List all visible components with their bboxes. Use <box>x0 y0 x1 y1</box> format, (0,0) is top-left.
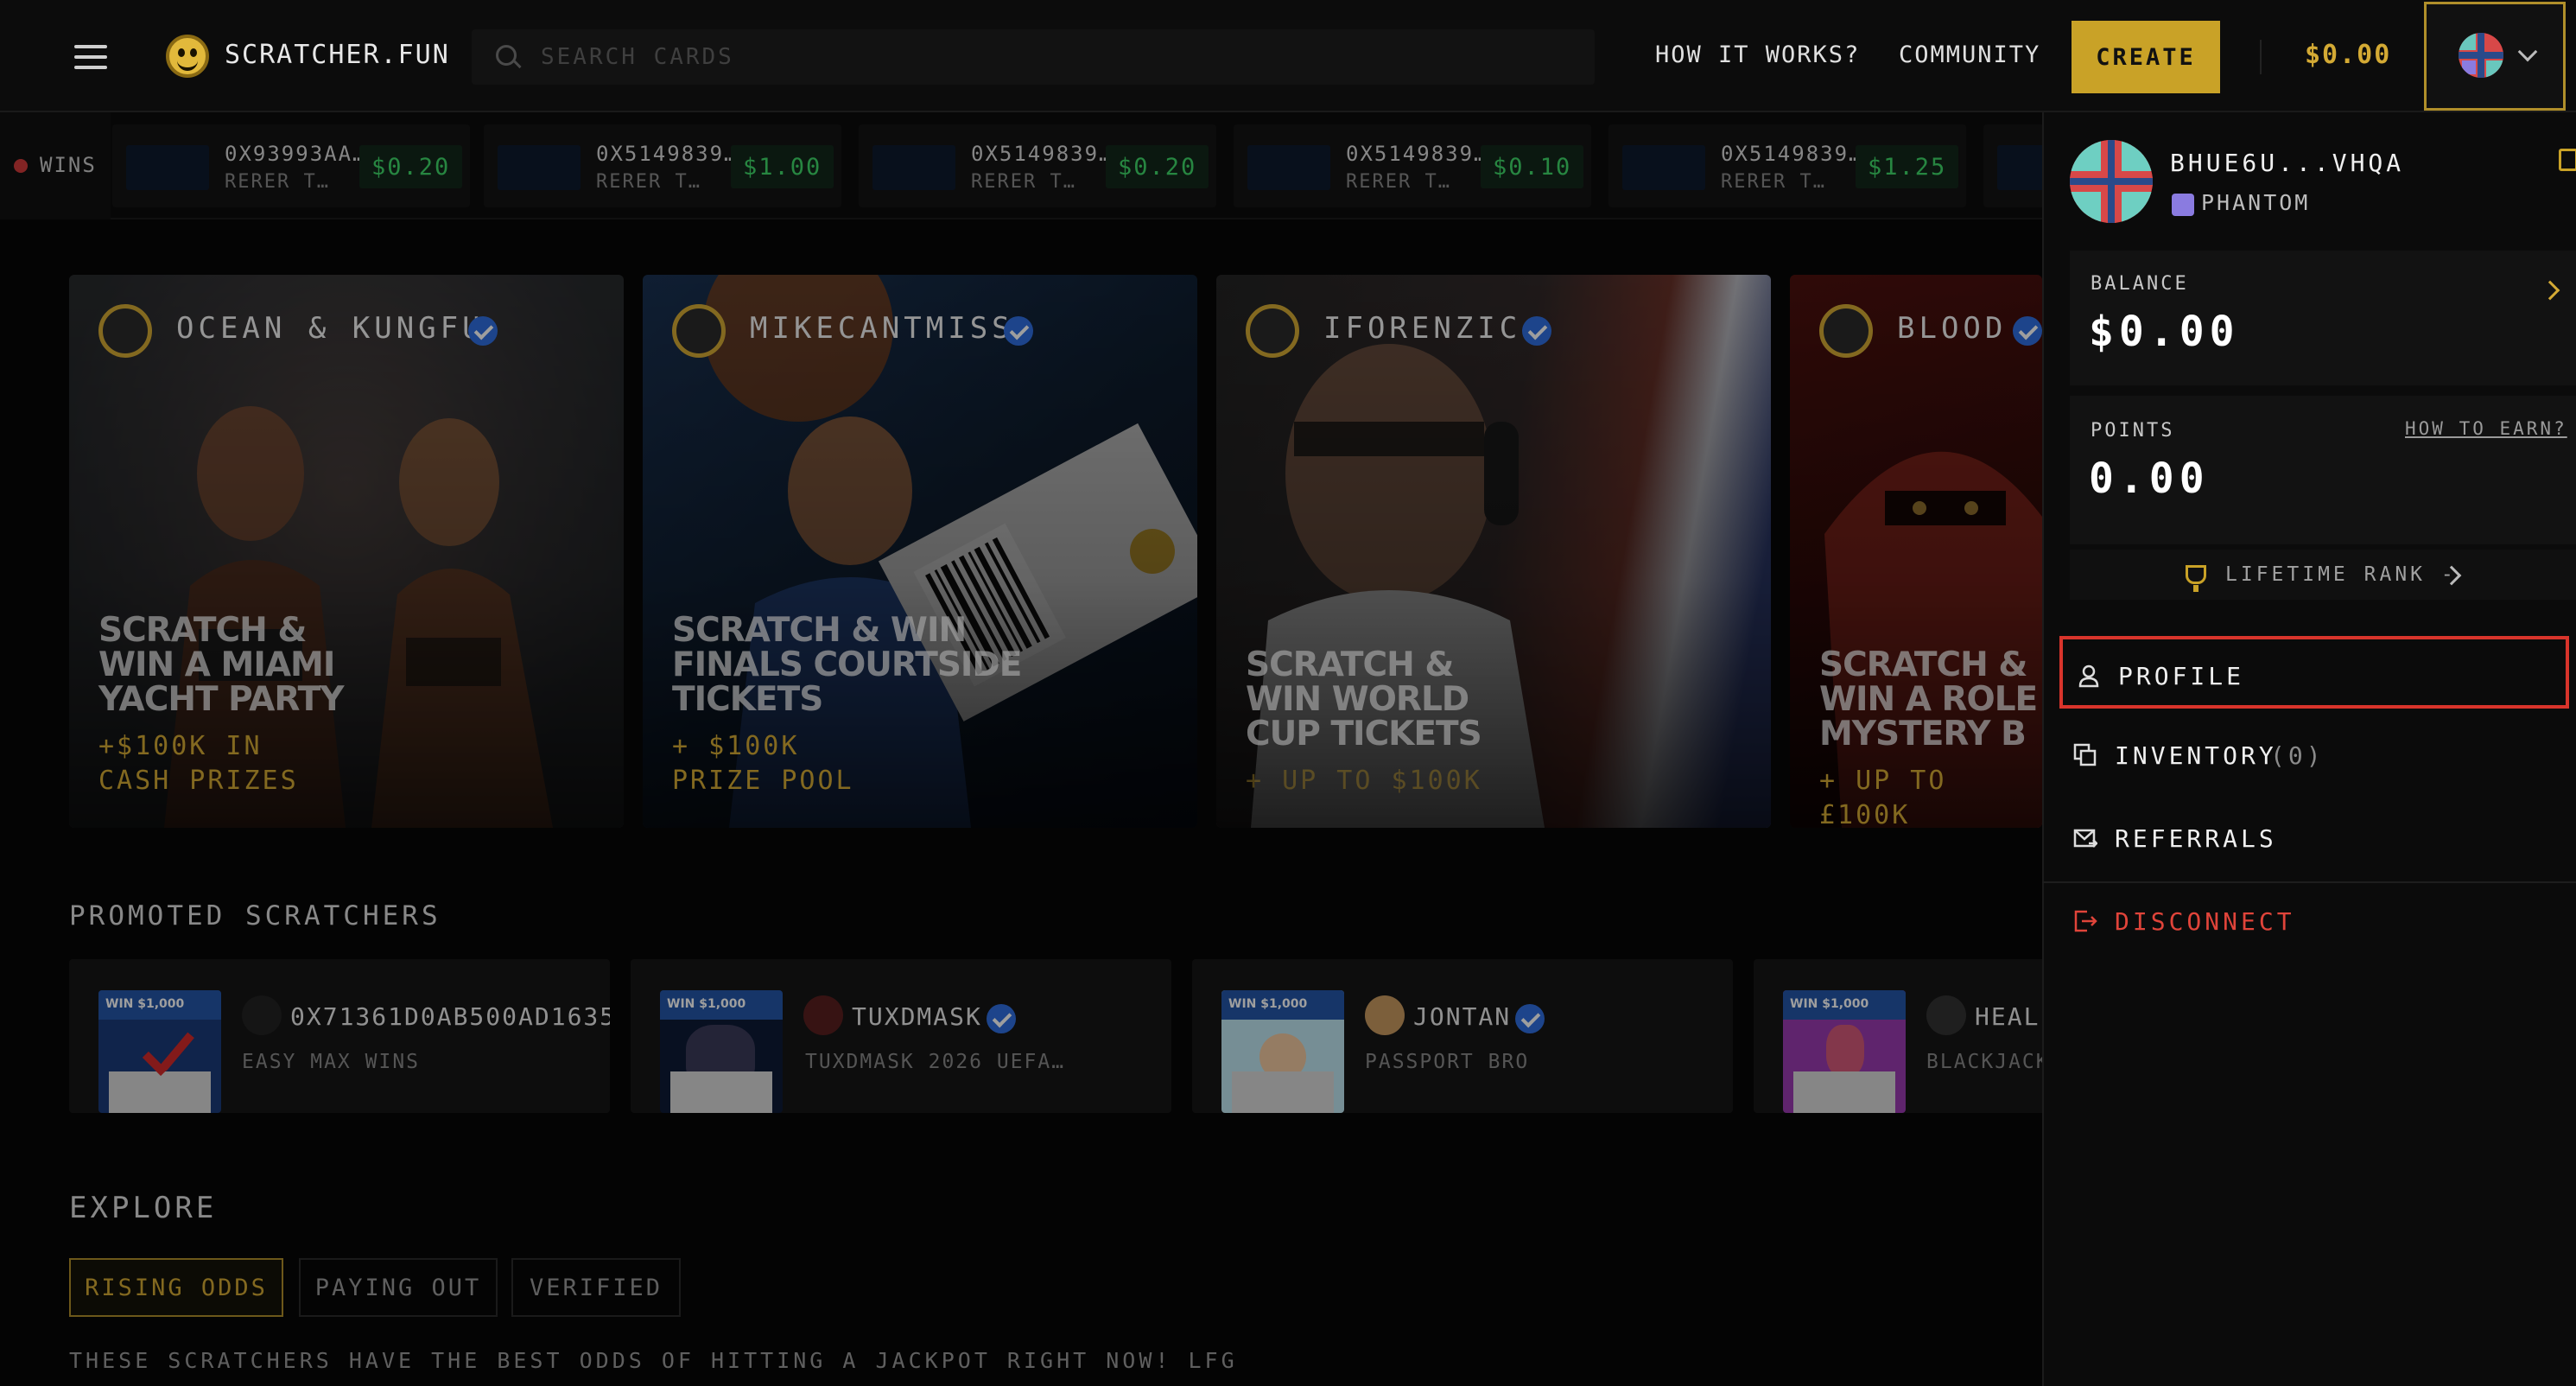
referral-mail-icon <box>2073 829 2097 848</box>
menu-profile[interactable]: PROFILE <box>2059 636 2569 709</box>
menu-referrals[interactable]: REFERRALS <box>2059 802 2569 874</box>
smiley-logo-icon[interactable] <box>166 35 209 78</box>
create-button[interactable]: CREATE <box>2072 21 2220 93</box>
menu-referrals-label: REFERRALS <box>2115 824 2277 853</box>
points-label: POINTS <box>2091 420 2175 442</box>
search-icon <box>496 45 517 66</box>
wallet-avatar-large-icon <box>2070 140 2153 223</box>
wallet-provider: PHANTOM <box>2201 190 2311 215</box>
balance-label: BALANCE <box>2091 273 2189 295</box>
how-to-earn-link[interactable]: HOW TO EARN? <box>2405 418 2567 439</box>
copy-icon[interactable] <box>2559 149 2576 171</box>
nav-community[interactable]: COMMUNITY <box>1899 41 2040 68</box>
hamburger-menu-icon[interactable] <box>74 45 107 69</box>
trophy-icon <box>2186 565 2206 592</box>
lifetime-rank-label: LIFETIME RANK - <box>2225 563 2457 586</box>
header-balance[interactable]: $0.00 <box>2305 40 2391 70</box>
header-divider <box>2260 40 2262 74</box>
menu-disconnect-label: DISCONNECT <box>2115 907 2295 936</box>
wallet-avatar-icon[interactable] <box>2459 33 2503 78</box>
nav-how-it-works[interactable]: HOW IT WORKS? <box>1655 41 1860 68</box>
search-input[interactable] <box>541 38 1577 76</box>
inventory-icon <box>2073 743 2097 766</box>
logout-icon <box>2074 910 2097 932</box>
menu-profile-label: PROFILE <box>2118 662 2245 690</box>
site-logo-text[interactable]: SCRATCHER.FUN <box>225 40 450 70</box>
menu-disconnect[interactable]: DISCONNECT <box>2059 885 2569 957</box>
points-value: 0.00 <box>2089 455 2210 503</box>
menu-divider <box>2042 881 2576 883</box>
menu-inventory-label: INVENTORY <box>2115 741 2277 770</box>
user-icon <box>2078 664 2099 688</box>
menu-inventory[interactable]: INVENTORY (0) <box>2059 719 2569 792</box>
chevron-right-icon[interactable] <box>2540 280 2560 301</box>
balance-box[interactable]: BALANCE $0.00 <box>2070 251 2576 385</box>
inventory-count: (0) <box>2270 741 2325 770</box>
balance-value: $0.00 <box>2089 308 2240 356</box>
wallet-address: BHUE6U...VHQA <box>2170 149 2405 177</box>
phantom-icon <box>2172 194 2194 216</box>
